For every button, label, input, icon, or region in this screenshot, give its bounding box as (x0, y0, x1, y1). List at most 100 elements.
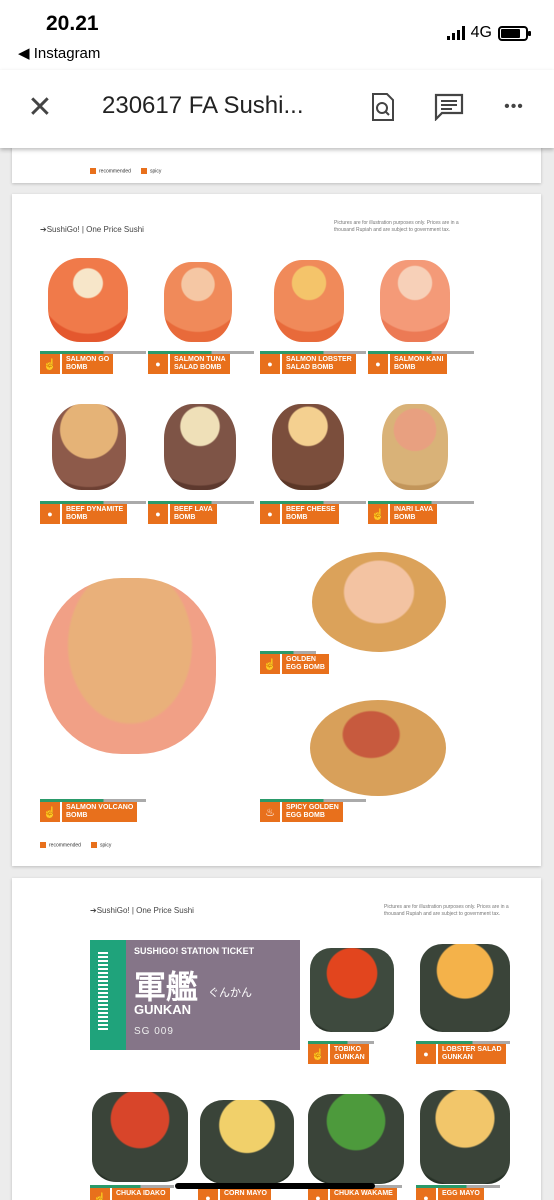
menu-item-label: TOBIKO GUNKAN (330, 1044, 369, 1064)
menu-item-tag: ● SALMON LOBSTER SALAD BOMB (260, 351, 366, 374)
golden-egg-bomb-image (312, 552, 446, 652)
menu-item-tag: ☝ CHUKA IDAKO (90, 1185, 174, 1200)
page-1: recommended spicy (12, 148, 541, 183)
beef-cheese-bomb-image (272, 404, 344, 490)
ticket-kana: ぐんかん (208, 987, 252, 999)
menu-item-label: SALMON GO BOMB (62, 354, 114, 374)
menu-item-tag: ● BEEF LAVA BOMB (148, 501, 254, 524)
spicy-icon: ♨ (260, 802, 280, 822)
ticket-notch (294, 940, 306, 1050)
menu-item-label: SALMON KANI BOMB (390, 354, 448, 374)
status-icons: 4G (446, 24, 531, 42)
signal-icon (446, 26, 465, 40)
item-icon: ● (368, 354, 388, 374)
chuka-idako-image (92, 1092, 188, 1182)
legend: recommended spicy (90, 168, 161, 174)
spicy-icon (140, 168, 147, 174)
menu-item-label: SALMON LOBSTER SALAD BOMB (282, 354, 356, 374)
salmon-tuna-bomb-image (164, 262, 232, 342)
menu-item-label: BEEF DYNAMITE BOMB (62, 504, 128, 524)
network-label: 4G (470, 24, 492, 41)
recommended-icon: ☝ (40, 802, 60, 822)
ticket-stub (90, 940, 126, 1050)
back-to-app-link[interactable]: ◀ Instagram (18, 44, 100, 62)
recommended-icon: ☝ (368, 504, 388, 524)
barcode-icon (98, 952, 108, 1032)
egg-mayo-image (420, 1090, 510, 1184)
legend-spicy: spicy (149, 168, 162, 175)
menu-item-tag: ☝ GOLDEN EGG BOMB (260, 651, 329, 674)
legend: recommended spicy (40, 842, 111, 848)
item-icon: ● (308, 1188, 328, 1200)
tag-divider (40, 799, 146, 802)
menu-item-tag: ● LOBSTER SALAD GUNKAN (416, 1041, 510, 1064)
close-button[interactable]: ✕ (24, 92, 56, 124)
tag-divider (260, 501, 366, 504)
item-icon: ● (416, 1044, 436, 1064)
recommended-icon: ☝ (260, 654, 280, 674)
tag-divider (368, 351, 474, 354)
beef-lava-bomb-image (164, 404, 236, 490)
page-2: ➔SushiGo! | One Price Sushi Pictures are… (12, 194, 541, 866)
page-header: ➔SushiGo! | One Price Sushi (90, 906, 194, 915)
menu-item-label: BEEF CHEESE BOMB (282, 504, 340, 524)
tag-divider (148, 501, 254, 504)
document-viewer[interactable]: recommended spicy ➔SushiGo! | One Price … (0, 148, 554, 1200)
more-options-icon[interactable]: ••• (497, 90, 531, 124)
recommended-icon (90, 168, 96, 174)
item-icon: ● (416, 1188, 436, 1200)
menu-item-label: CHUKA IDAKO (112, 1188, 170, 1200)
tobiko-gunkan-image (310, 948, 394, 1032)
lobster-salad-gunkan-image (420, 944, 510, 1032)
ticket-title: SUSHIGO! STATION TICKET (134, 946, 255, 956)
item-icon: ● (260, 354, 280, 374)
item-icon: ● (148, 354, 168, 374)
menu-item-label: INARI LAVA BOMB (390, 504, 438, 524)
viewer-toolbar: ✕ 230617 FA Sushi... ••• (0, 70, 554, 148)
recommended-icon: ☝ (40, 354, 60, 374)
battery-icon (498, 25, 531, 41)
menu-item-label: GOLDEN EGG BOMB (282, 654, 329, 674)
tag-divider (416, 1185, 500, 1188)
item-icon: ● (198, 1188, 218, 1200)
menu-item-tag: ● CHUKA WAKAME (308, 1185, 402, 1200)
legend-spicy: spicy (99, 842, 112, 849)
recommended-icon: ☝ (90, 1188, 110, 1200)
menu-item-label: CHUKA WAKAME (330, 1188, 397, 1200)
tag-divider (40, 501, 146, 504)
comment-icon[interactable] (432, 90, 466, 124)
find-in-document-icon[interactable] (366, 90, 400, 124)
home-indicator (175, 1183, 375, 1189)
beef-dynamite-bomb-image (52, 404, 126, 490)
salmon-go-bomb-image (48, 258, 128, 342)
item-icon: ● (148, 504, 168, 524)
menu-item-label: CORN MAYO (220, 1188, 271, 1200)
page-header: ➔SushiGo! | One Price Sushi (40, 225, 144, 234)
tag-divider (40, 351, 146, 354)
tag-divider (148, 351, 254, 354)
menu-item-label: BEEF LAVA BOMB (170, 504, 217, 524)
menu-item-tag: ☝ SALMON GO BOMB (40, 351, 146, 374)
tag-divider (416, 1041, 510, 1044)
salmon-volcano-bomb-image (44, 578, 216, 754)
legend-recommended: recommended (49, 842, 81, 849)
tag-divider (260, 651, 316, 654)
page-3: ➔SushiGo! | One Price Sushi Pictures are… (12, 878, 541, 1200)
menu-item-label: LOBSTER SALAD GUNKAN (438, 1044, 506, 1064)
recommended-icon: ☝ (308, 1044, 328, 1064)
menu-item-label: EGG MAYO (438, 1188, 484, 1200)
tag-divider (308, 1041, 374, 1044)
item-icon: ● (40, 504, 60, 524)
station-ticket: SUSHIGO! STATION TICKET 軍艦 ぐんかん GUNKAN S… (90, 940, 306, 1050)
tag-divider (260, 799, 366, 802)
menu-item-tag: ☝ TOBIKO GUNKAN (308, 1041, 374, 1064)
menu-item-tag: ☝ SALMON VOLCANO BOMB (40, 799, 146, 822)
salmon-kani-bomb-image (380, 260, 450, 342)
spicy-golden-egg-bomb-image (310, 700, 446, 796)
chuka-wakame-image (308, 1094, 404, 1184)
item-icon: ● (260, 504, 280, 524)
legend-recommended: recommended (99, 168, 131, 175)
menu-item-label: SALMON VOLCANO BOMB (62, 802, 138, 822)
menu-item-tag: ♨ SPICY GOLDEN EGG BOMB (260, 799, 366, 822)
spicy-icon (90, 842, 97, 848)
